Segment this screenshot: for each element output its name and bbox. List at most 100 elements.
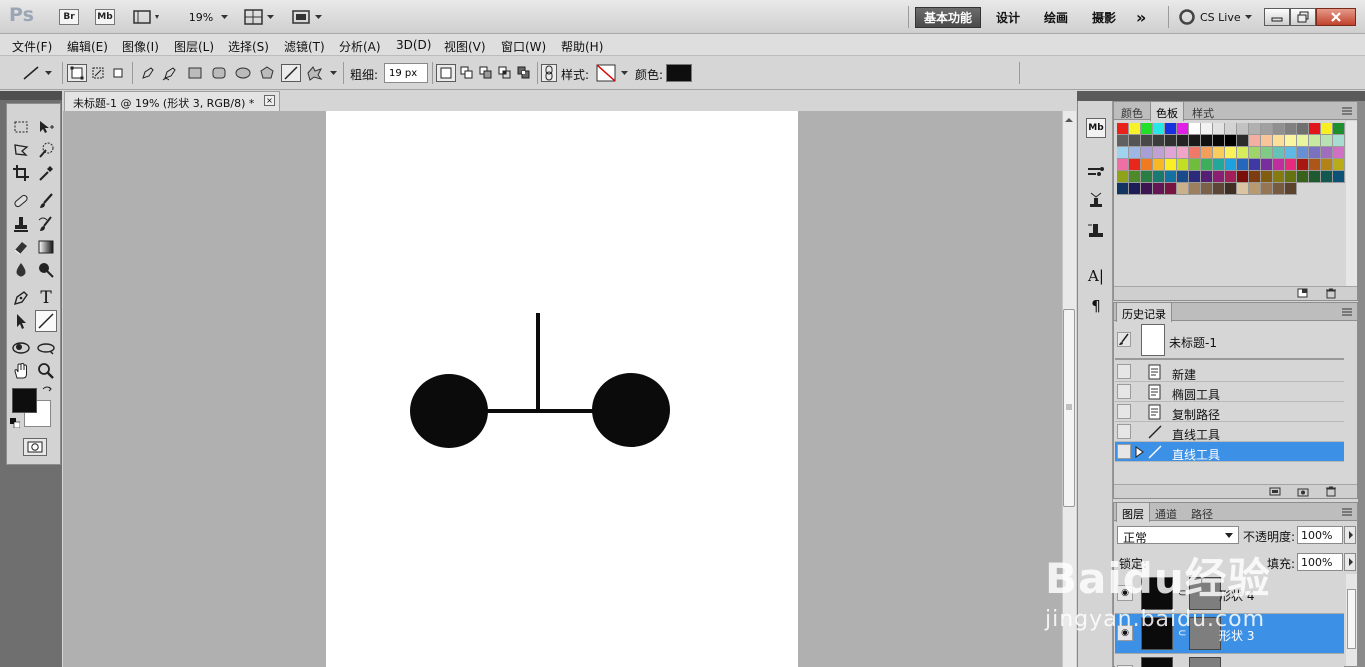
fill-slider-button[interactable] <box>1344 553 1356 571</box>
color-swatch[interactable] <box>1237 183 1249 195</box>
color-swatch[interactable] <box>1261 159 1273 171</box>
color-swatch[interactable] <box>1225 147 1237 159</box>
panel-menu-icon[interactable] <box>1342 307 1352 317</box>
restore-button[interactable] <box>1290 8 1316 26</box>
color-swatch[interactable] <box>1225 171 1237 183</box>
color-swatch[interactable] <box>1321 159 1333 171</box>
history-source-box[interactable] <box>1117 444 1131 459</box>
polygon-tool-option[interactable] <box>257 64 277 82</box>
workspace-painting-button[interactable]: 绘画 <box>1036 7 1076 28</box>
color-swatch[interactable] <box>1189 147 1201 159</box>
layers-scrollbar[interactable] <box>1346 574 1357 666</box>
color-swatch[interactable] <box>1297 123 1309 135</box>
color-swatch[interactable] <box>1213 183 1225 195</box>
color-swatch[interactable] <box>1177 123 1189 135</box>
minimize-button[interactable] <box>1264 8 1290 26</box>
color-swatch[interactable] <box>1285 135 1297 147</box>
color-swatch[interactable] <box>1117 159 1129 171</box>
color-swatch[interactable] <box>1333 147 1345 159</box>
color-swatch[interactable] <box>1249 123 1261 135</box>
color-swatch[interactable] <box>1273 135 1285 147</box>
color-swatch[interactable] <box>1225 183 1237 195</box>
move-tool[interactable] <box>35 116 57 138</box>
color-swatch[interactable] <box>1201 147 1213 159</box>
color-swatch[interactable] <box>1225 135 1237 147</box>
color-swatch[interactable] <box>1273 159 1285 171</box>
view-extras-button[interactable] <box>131 7 165 27</box>
tab-color[interactable]: 颜色 <box>1116 102 1148 120</box>
color-swatch[interactable] <box>1237 159 1249 171</box>
fill-pixels-button[interactable] <box>108 64 128 82</box>
color-swatch[interactable] <box>1201 135 1213 147</box>
color-swatch[interactable] <box>1129 123 1141 135</box>
tab-history[interactable]: 历史记录 <box>1116 303 1172 322</box>
menu-edit[interactable]: 编辑(E) <box>67 38 108 55</box>
color-swatch[interactable] <box>1297 171 1309 183</box>
canvas-scrollbar-thumb[interactable] <box>1063 309 1075 507</box>
color-swatch[interactable] <box>1201 183 1213 195</box>
menu-help[interactable]: 帮助(H) <box>561 38 603 55</box>
color-swatch[interactable] <box>1321 135 1333 147</box>
workspace-essentials-button[interactable]: 基本功能 <box>915 7 982 28</box>
color-swatch[interactable] <box>1249 171 1261 183</box>
eraser-tool[interactable] <box>10 236 32 258</box>
freeform-pen-option[interactable] <box>160 64 180 82</box>
opacity-input[interactable]: 100% <box>1297 526 1343 544</box>
color-swatch[interactable] <box>1117 135 1129 147</box>
history-source-box[interactable] <box>1117 384 1131 399</box>
color-swatch[interactable] <box>1153 171 1165 183</box>
color-swatch[interactable] <box>1189 171 1201 183</box>
new-document-from-state-icon[interactable] <box>1269 486 1281 497</box>
swap-colors-button[interactable] <box>40 384 54 398</box>
character-panel-button[interactable]: A| <box>1086 266 1106 286</box>
workspace-design-button[interactable]: 设计 <box>988 7 1028 28</box>
line-tool-option[interactable] <box>281 64 301 82</box>
line-tool[interactable] <box>35 310 57 332</box>
new-swatch-icon[interactable] <box>1297 288 1309 299</box>
color-swatch[interactable] <box>1177 183 1189 195</box>
crop-tool[interactable] <box>10 162 32 184</box>
color-swatch[interactable] <box>1129 171 1141 183</box>
tool-preset-picker[interactable] <box>20 64 56 82</box>
rectangular-marquee-tool[interactable] <box>10 116 32 138</box>
color-swatch[interactable] <box>1285 171 1297 183</box>
color-swatch[interactable] <box>1141 135 1153 147</box>
document-canvas[interactable] <box>326 111 798 667</box>
launch-minibridge-button[interactable]: Mb <box>95 9 115 25</box>
panels-collapse-bar[interactable] <box>1113 91 1365 101</box>
intersect-shape-button[interactable] <box>495 64 515 82</box>
history-item-ellipse[interactable]: 椭圆工具 <box>1115 382 1344 402</box>
tab-channels[interactable]: 通道 <box>1150 503 1182 521</box>
color-swatch[interactable] <box>1213 135 1225 147</box>
layers-scrollbar-thumb[interactable] <box>1347 589 1356 649</box>
color-swatch[interactable] <box>1237 123 1249 135</box>
menu-3d[interactable]: 3D(D) <box>396 38 431 52</box>
fill-input[interactable]: 100% <box>1297 553 1343 571</box>
zoom-level-dropdown[interactable]: 19% <box>186 7 234 27</box>
color-swatch[interactable] <box>1141 159 1153 171</box>
color-swatch[interactable] <box>1201 123 1213 135</box>
menu-view[interactable]: 视图(V) <box>444 38 486 55</box>
history-source-box[interactable] <box>1117 332 1131 347</box>
color-swatch[interactable] <box>1165 123 1177 135</box>
color-swatch[interactable] <box>1285 159 1297 171</box>
color-swatch[interactable] <box>1249 147 1261 159</box>
tab-swatches[interactable]: 色板 <box>1150 102 1184 121</box>
path-selection-tool[interactable] <box>10 310 32 332</box>
gradient-tool[interactable] <box>35 236 57 258</box>
hand-tool[interactable] <box>10 360 32 382</box>
menu-analysis[interactable]: 分析(A) <box>339 38 381 55</box>
color-swatch[interactable] <box>1165 135 1177 147</box>
history-item-duplicate-path[interactable]: 复制路径 <box>1115 402 1344 422</box>
swatch-grid[interactable] <box>1115 121 1347 211</box>
color-swatch[interactable] <box>1225 123 1237 135</box>
color-swatch[interactable] <box>1249 183 1261 195</box>
color-swatch[interactable] <box>1117 183 1129 195</box>
document-tab[interactable]: 未标题-1 @ 19% (形状 3, RGB/8) * <box>64 91 280 111</box>
quick-selection-tool[interactable] <box>35 139 57 161</box>
tool-presets-panel-button[interactable] <box>1086 221 1106 241</box>
color-swatch[interactable] <box>1309 135 1321 147</box>
zoom-tool[interactable] <box>35 360 57 382</box>
color-swatch[interactable] <box>1129 135 1141 147</box>
color-swatch[interactable] <box>1261 171 1273 183</box>
